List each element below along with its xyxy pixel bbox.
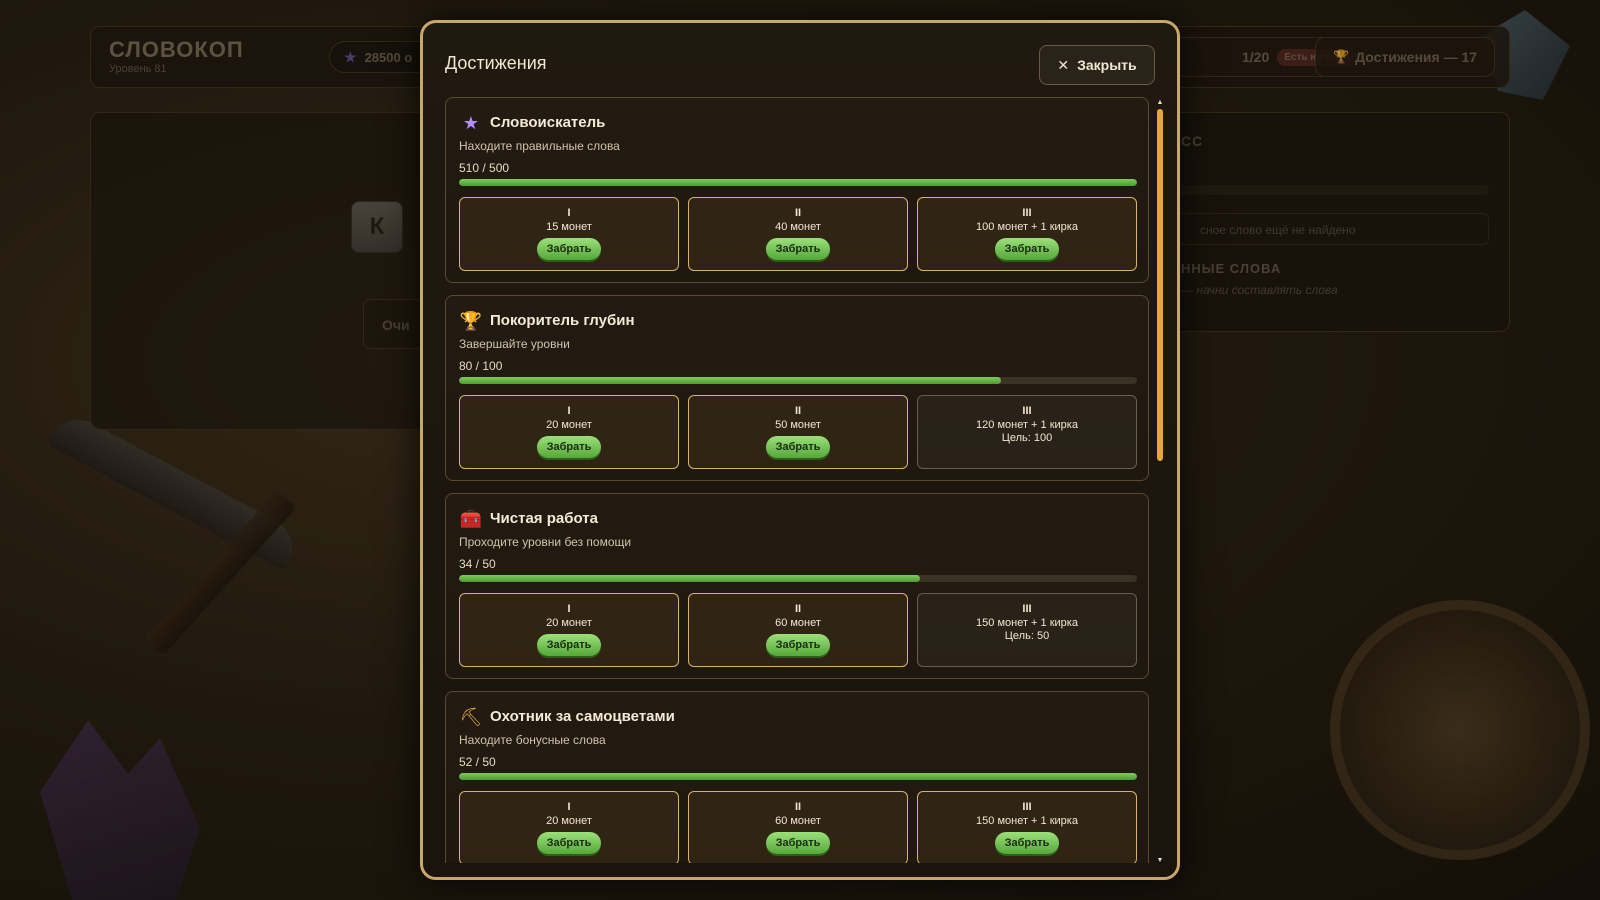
tier-reward: 150 монет + 1 кирка	[976, 617, 1078, 629]
scroll-down-arrow-icon[interactable]: ▼	[1155, 857, 1165, 865]
achievement-title: Охотник за самоцветами	[490, 708, 675, 725]
tier-row: I 20 монет Забрать II 60 монет Забрать III 150 …	[459, 791, 1137, 863]
tier-box: II 40 монет Забрать	[688, 197, 908, 271]
tier-reward: 20 монет	[546, 617, 592, 629]
claim-button[interactable]: Забрать	[536, 436, 602, 458]
achievement-progress-bar	[459, 377, 1137, 384]
tier-reward: 20 монет	[546, 815, 592, 827]
modal-title: Достижения	[445, 53, 547, 73]
achievements-list[interactable]: ★ Словоискатель Находите правильные слова 5…	[445, 97, 1165, 863]
achievement-description: Находите бонусные слова	[459, 733, 606, 747]
chest-icon: 🧰	[459, 508, 483, 529]
achievement-card: 🏆 Покоритель глубин Завершайте уровни 80 / …	[445, 295, 1149, 481]
tier-number: II	[794, 801, 802, 813]
tier-box: III 150 монет + 1 кирка Цель: 50	[917, 593, 1137, 667]
pickaxe-icon: ⛏	[459, 706, 483, 727]
claim-button[interactable]: Забрать	[765, 436, 831, 458]
tier-number: III	[1022, 405, 1032, 417]
achievement-title: Чистая работа	[490, 510, 598, 527]
close-button-label: Закрыть	[1077, 57, 1137, 73]
tier-goal: Цель: 50	[1004, 630, 1050, 642]
tier-box: II 50 монет Забрать	[688, 395, 908, 469]
achievement-description: Завершайте уровни	[459, 337, 570, 351]
achievement-progress-bar	[459, 179, 1137, 186]
tier-number: III	[1022, 801, 1032, 813]
scroll-thumb[interactable]	[1157, 109, 1163, 461]
tier-number: II	[794, 603, 802, 615]
claim-button[interactable]: Забрать	[765, 634, 831, 656]
tier-number: I	[567, 603, 571, 615]
tier-number: II	[794, 207, 802, 219]
claim-button[interactable]: Забрать	[536, 832, 602, 854]
tier-row: I 20 монет Забрать II 60 монет Забрать III 150 …	[459, 593, 1137, 667]
tier-goal: Цель: 100	[1001, 432, 1053, 444]
tier-number: I	[567, 207, 571, 219]
achievement-description: Находите правильные слова	[459, 139, 620, 153]
achievement-progress-text: 80 / 100	[459, 359, 503, 373]
tier-box: II 60 монет Забрать	[688, 791, 908, 863]
achievement-progress-text: 52 / 50	[459, 755, 496, 769]
achievement-title: Словоискатель	[490, 114, 606, 131]
claim-button[interactable]: Забрать	[994, 832, 1060, 854]
tier-reward: 15 монет	[546, 221, 592, 233]
achievement-progress-fill	[459, 575, 921, 582]
achievement-progress-text: 510 / 500	[459, 161, 510, 175]
close-icon: ✕	[1057, 56, 1070, 73]
tier-row: I 20 монет Забрать II 50 монет Забрать III 120 …	[459, 395, 1137, 469]
tier-box: III 150 монет + 1 кирка Забрать	[917, 791, 1137, 863]
achievement-progress-fill	[459, 377, 1002, 384]
tier-number: II	[794, 405, 802, 417]
achievement-progress-fill	[459, 179, 1137, 186]
scroll-up-arrow-icon[interactable]: ▲	[1155, 99, 1165, 107]
tier-box: III 100 монет + 1 кирка Забрать	[917, 197, 1137, 271]
star-icon: ★	[462, 112, 480, 133]
tier-reward: 20 монет	[546, 419, 592, 431]
achievements-modal: Достижения ✕ Закрыть ★ Словоискатель Наход…	[420, 20, 1180, 880]
tier-reward: 150 монет + 1 кирка	[976, 815, 1078, 827]
tier-box: I 20 монет Забрать	[459, 593, 679, 667]
tier-number: III	[1022, 207, 1032, 219]
achievement-card: ★ Словоискатель Находите правильные слова 5…	[445, 97, 1149, 283]
claim-button[interactable]: Забрать	[536, 238, 602, 260]
tier-number: III	[1022, 603, 1032, 615]
tier-row: I 15 монет Забрать II 40 монет Забрать III 100 …	[459, 197, 1137, 271]
tier-number: I	[567, 801, 571, 813]
tier-reward: 120 монет + 1 кирка	[976, 419, 1078, 431]
achievement-card: ⛏ Охотник за самоцветами Находите бонусные…	[445, 691, 1149, 863]
claim-button[interactable]: Забрать	[994, 238, 1060, 260]
tier-reward: 100 монет + 1 кирка	[976, 221, 1078, 233]
tier-box: I 20 монет Забрать	[459, 395, 679, 469]
scrollbar[interactable]: ▲ ▼	[1155, 99, 1165, 865]
achievement-progress-text: 34 / 50	[459, 557, 496, 571]
achievement-title: Покоритель глубин	[490, 312, 635, 329]
tier-reward: 60 монет	[775, 617, 821, 629]
achievement-progress-fill	[459, 773, 1137, 780]
tier-box: II 60 монет Забрать	[688, 593, 908, 667]
tier-reward: 40 монет	[775, 221, 821, 233]
claim-button[interactable]: Забрать	[765, 832, 831, 854]
achievement-progress-bar	[459, 575, 1137, 582]
tier-reward: 50 монет	[775, 419, 821, 431]
achievement-card: 🧰 Чистая работа Проходите уровни без помощ…	[445, 493, 1149, 679]
trophy-icon: 🏆	[459, 310, 483, 331]
tier-box: III 120 монет + 1 кирка Цель: 100	[917, 395, 1137, 469]
achievement-progress-bar	[459, 773, 1137, 780]
claim-button[interactable]: Забрать	[765, 238, 831, 260]
achievement-description: Проходите уровни без помощи	[459, 535, 632, 549]
tier-number: I	[567, 405, 571, 417]
tier-reward: 60 монет	[775, 815, 821, 827]
tier-box: I 15 монет Забрать	[459, 197, 679, 271]
claim-button[interactable]: Забрать	[536, 634, 602, 656]
close-button[interactable]: ✕ Закрыть	[1039, 45, 1155, 85]
tier-box: I 20 монет Забрать	[459, 791, 679, 863]
